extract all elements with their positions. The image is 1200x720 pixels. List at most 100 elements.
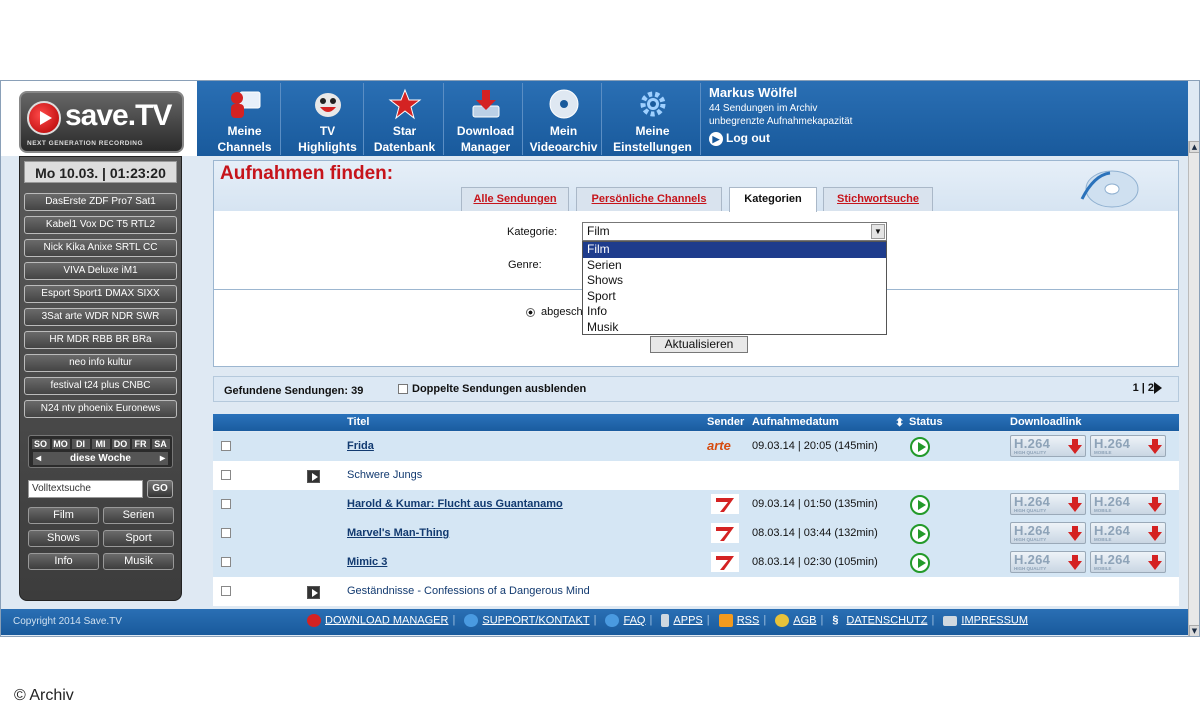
row-title[interactable]: Schwere Jungs — [347, 469, 422, 481]
row-checkbox[interactable] — [221, 586, 231, 596]
status-radio[interactable]: abgeschl — [526, 306, 585, 318]
day-tab[interactable]: DI — [71, 439, 90, 449]
dropdown-option[interactable]: Shows — [583, 273, 886, 289]
row-checkbox[interactable] — [221, 499, 231, 509]
row-checkbox[interactable] — [221, 557, 231, 567]
footer-link[interactable]: RSS — [737, 614, 760, 626]
category-button-serien[interactable]: Serien — [103, 507, 174, 524]
expand-play-icon[interactable] — [307, 586, 320, 599]
row-checkbox[interactable] — [221, 528, 231, 538]
channel-group-button[interactable]: VIVA Deluxe iM1 — [24, 262, 177, 280]
day-tab[interactable]: SO — [31, 439, 50, 449]
col-aufnahmedatum[interactable]: Aufnahmedatum — [752, 416, 839, 428]
col-titel[interactable]: Titel — [347, 416, 369, 428]
channel-group-button[interactable]: Kabel1 Vox DC T5 RTL2 — [24, 216, 177, 234]
dropdown-option[interactable]: Sport — [583, 289, 886, 305]
category-button-info[interactable]: Info — [28, 553, 99, 570]
row-title-link[interactable]: Mimic 3 — [347, 556, 387, 568]
fulltext-search-input[interactable]: Volltextsuche — [28, 480, 143, 498]
footer-link[interactable]: DATENSCHUTZ — [846, 614, 927, 626]
sort-icon[interactable]: ⬍ — [895, 416, 904, 429]
tab-kategorien[interactable]: Kategorien — [729, 187, 817, 212]
play-status-icon[interactable] — [910, 495, 930, 515]
radio-button[interactable] — [526, 307, 535, 317]
channel-group-button[interactable]: neo info kultur — [24, 354, 177, 372]
channel-group-button[interactable]: DasErste ZDF Pro7 Sat1 — [24, 193, 177, 211]
kategorie-select[interactable]: Film ▼ — [582, 222, 887, 241]
play-status-icon[interactable] — [910, 524, 930, 544]
dropdown-option[interactable]: Info — [583, 304, 886, 320]
logout-link[interactable]: ▶ Log out — [709, 131, 852, 146]
vertical-scrollbar[interactable]: ▲ ▼ — [1188, 141, 1199, 636]
dropdown-arrow-icon[interactable]: ▼ — [871, 224, 885, 239]
row-title-link[interactable]: Marvel's Man-Thing — [347, 527, 449, 539]
download-mobile-button[interactable]: H.264 MOBILE — [1090, 435, 1166, 457]
next-page-icon[interactable] — [1154, 382, 1162, 395]
download-mobile-button[interactable]: H.264 MOBILE — [1090, 551, 1166, 573]
next-week-icon[interactable]: ▸ — [160, 452, 165, 465]
nav-tv-highlights[interactable]: TV Highlights — [292, 83, 364, 155]
channel-group-button[interactable]: HR MDR RBB BR BRa — [24, 331, 177, 349]
aktualisieren-button[interactable]: Aktualisieren — [650, 336, 748, 353]
row-title[interactable]: Geständnisse - Confessions of a Dangerou… — [347, 585, 590, 597]
nav-meine-einstellungen[interactable]: Meine Einstellungen — [605, 83, 701, 155]
footer-link[interactable]: IMPRESSUM — [961, 614, 1028, 626]
download-mobile-button[interactable]: H.264 MOBILE — [1090, 493, 1166, 515]
footer-link[interactable]: APPS — [673, 614, 702, 626]
table-row: Frida arte 09.03.14 | 20:05 (145min) H.2… — [213, 432, 1179, 461]
row-title-link[interactable]: Harold & Kumar: Flucht aus Guantanamo — [347, 498, 563, 510]
dropdown-option[interactable]: Film — [583, 242, 886, 258]
channel-group-button[interactable]: Esport Sport1 DMAX SIXX — [24, 285, 177, 303]
row-checkbox[interactable] — [221, 441, 231, 451]
channel-group-button[interactable]: festival t24 plus CNBC — [24, 377, 177, 395]
col-sender[interactable]: Sender — [707, 416, 744, 428]
footer-link[interactable]: SUPPORT/KONTAKT — [482, 614, 589, 626]
download-arrow-icon — [1148, 439, 1162, 454]
nav-meine-channels[interactable]: Meine Channels — [209, 83, 281, 155]
category-button-sport[interactable]: Sport — [103, 530, 174, 547]
tab-stichwortsuche[interactable]: Stichwortsuche — [823, 187, 933, 211]
footer-link[interactable]: AGB — [793, 614, 816, 626]
hide-duplicates-checkbox[interactable] — [398, 384, 408, 395]
dropdown-option[interactable]: Musik — [583, 320, 886, 336]
scroll-down-icon[interactable]: ▼ — [1189, 625, 1199, 636]
pagination[interactable]: 1 | 2 — [1133, 382, 1162, 395]
day-tab[interactable]: MI — [91, 439, 110, 449]
category-button-musik[interactable]: Musik — [103, 553, 174, 570]
day-tab[interactable]: FR — [131, 439, 150, 449]
play-status-icon[interactable] — [910, 553, 930, 573]
download-mobile-button[interactable]: H.264 MOBILE — [1090, 522, 1166, 544]
download-hq-button[interactable]: H.264 HIGH QUALITY — [1010, 435, 1086, 457]
savetv-logo[interactable]: save.TV NEXT GENERATION RECORDING — [19, 91, 184, 153]
col-status[interactable]: Status — [909, 416, 943, 428]
nav-star-datenbank[interactable]: Star Datenbank — [366, 83, 444, 155]
channel-group-button[interactable]: Nick Kika Anixe SRTL CC — [24, 239, 177, 257]
nav-mein-videoarchiv[interactable]: Mein Videoarchiv — [526, 83, 602, 155]
hide-duplicates-option[interactable]: Doppelte Sendungen ausblenden — [398, 383, 586, 395]
tab-persoenliche-channels[interactable]: Persönliche Channels — [576, 187, 722, 211]
channel-group-button[interactable]: 3Sat arte WDR NDR SWR — [24, 308, 177, 326]
nav-download-manager[interactable]: Download Manager — [449, 83, 523, 155]
download-hq-button[interactable]: H.264 HIGH QUALITY — [1010, 551, 1086, 573]
category-button-shows[interactable]: Shows — [28, 530, 99, 547]
prev-week-icon[interactable]: ◂ — [36, 452, 41, 465]
rss-icon — [718, 614, 733, 627]
scroll-up-icon[interactable]: ▲ — [1189, 141, 1199, 153]
pager-pages[interactable]: 1 | 2 — [1133, 382, 1154, 394]
tab-alle-sendungen[interactable]: Alle Sendungen — [461, 187, 569, 211]
dropdown-option[interactable]: Serien — [583, 258, 886, 274]
search-go-button[interactable]: GO — [147, 480, 173, 498]
day-tab[interactable]: DO — [111, 439, 130, 449]
expand-play-icon[interactable] — [307, 470, 320, 483]
channel-group-button[interactable]: N24 ntv phoenix Euronews — [24, 400, 177, 418]
play-status-icon[interactable] — [910, 437, 930, 457]
download-hq-button[interactable]: H.264 HIGH QUALITY — [1010, 522, 1086, 544]
row-title-link[interactable]: Frida — [347, 440, 374, 452]
row-checkbox[interactable] — [221, 470, 231, 480]
footer-link[interactable]: FAQ — [623, 614, 645, 626]
day-tab[interactable]: SA — [151, 439, 170, 449]
footer-link[interactable]: DOWNLOAD MANAGER — [325, 614, 448, 626]
day-tab[interactable]: MO — [51, 439, 70, 449]
category-button-film[interactable]: Film — [28, 507, 99, 524]
download-hq-button[interactable]: H.264 HIGH QUALITY — [1010, 493, 1086, 515]
